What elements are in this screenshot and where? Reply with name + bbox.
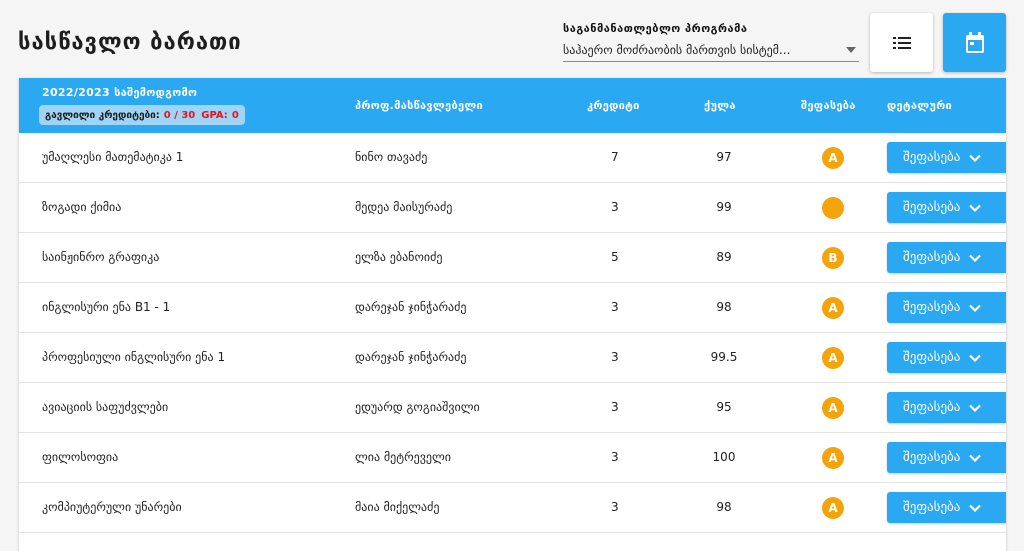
evaluation-button-label: შეფასება bbox=[903, 200, 961, 215]
grade-badge bbox=[822, 197, 844, 219]
score-value: 98 bbox=[716, 500, 732, 514]
subject-name: საინჟინრო გრაფიკა bbox=[42, 250, 160, 264]
credits-value: 3 bbox=[611, 350, 619, 364]
credits-value: 0 / 30 bbox=[163, 109, 196, 121]
gpa-label: GPA: bbox=[201, 109, 228, 121]
program-label: საგანმანათლებლო პროგრამა bbox=[563, 22, 748, 35]
grade-badge: A bbox=[822, 297, 844, 319]
professor-name: მედეა მაისურაძე bbox=[355, 200, 453, 214]
grade-badge: B bbox=[822, 247, 844, 269]
evaluation-button-label: შეფასება bbox=[903, 400, 961, 415]
subject-name: კომპიუტერული უნარები bbox=[42, 500, 182, 514]
subject-name: ავიაციის საფუძვლები bbox=[42, 400, 169, 414]
column-credits: კრედიტი bbox=[587, 99, 640, 112]
credits-label: გავლილი კრედიტები: bbox=[45, 109, 160, 121]
chevron-down-icon bbox=[969, 404, 982, 412]
credits-value: 3 bbox=[611, 200, 619, 214]
credits-value: 3 bbox=[611, 500, 619, 514]
score-value: 100 bbox=[712, 450, 736, 464]
table-row: პროფესიული ინგლისური ენა 1 დარეჯან ჯინჭარ… bbox=[19, 333, 1006, 383]
professor-name: ედუარდ გოგიაშვილი bbox=[355, 400, 480, 414]
credits-value: 3 bbox=[611, 450, 619, 464]
credits-value: 3 bbox=[611, 300, 619, 314]
semester-summary-badge: გავლილი კრედიტები: 0 / 30 GPA: 0 bbox=[39, 105, 245, 125]
professor-name: ელზა ებანოიძე bbox=[355, 250, 443, 264]
semester-title: 2022/2023 საშემოდგომო bbox=[42, 86, 198, 99]
table-row: ავიაციის საფუძვლები ედუარდ გოგიაშვილი 3 95 A… bbox=[19, 383, 1006, 433]
score-value: 97 bbox=[716, 150, 732, 164]
evaluation-button[interactable]: შეფასება bbox=[887, 192, 1006, 223]
evaluation-button[interactable]: შეფასება bbox=[887, 392, 1006, 423]
chevron-down-icon bbox=[969, 504, 982, 512]
program-dropdown[interactable]: საჰაერო მოძრაობის მართვის სისტემ... bbox=[563, 39, 859, 62]
column-details: დეტალური bbox=[887, 99, 953, 112]
calendar-view-button[interactable] bbox=[943, 13, 1006, 72]
gpa-value: 0 bbox=[231, 109, 239, 121]
credits-value: 7 bbox=[611, 150, 619, 164]
evaluation-button-label: შეფასება bbox=[903, 300, 961, 315]
table-row: ზოგადი ქიმია მედეა მაისურაძე 3 99 შეფასება bbox=[19, 183, 1006, 233]
page-title: სასწავლო ბარათი bbox=[18, 30, 242, 55]
score-value: 99.5 bbox=[710, 350, 738, 364]
subject-name: უმაღლესი მათემატიკა 1 bbox=[42, 150, 184, 164]
evaluation-button[interactable]: შეფასება bbox=[887, 492, 1006, 523]
score-value: 89 bbox=[716, 250, 732, 264]
score-value: 99 bbox=[716, 200, 732, 214]
subject-name: ინგლისური ენა B1 - 1 bbox=[42, 300, 171, 314]
score-value: 98 bbox=[716, 300, 732, 314]
chevron-down-icon bbox=[969, 204, 982, 212]
table-row: უმაღლესი მათემატიკა 1 ნინო თავაძე 7 97 Aშეფა… bbox=[19, 133, 1006, 183]
evaluation-button[interactable]: შეფასება bbox=[887, 342, 1006, 373]
table-header: 2022/2023 საშემოდგომო გავლილი კრედიტები:… bbox=[19, 78, 1006, 133]
grade-badge: A bbox=[822, 397, 844, 419]
list-view-button[interactable] bbox=[870, 13, 933, 72]
professor-name: დარეჯან ჯინჭარაძე bbox=[355, 350, 467, 364]
evaluation-button[interactable]: შეფასება bbox=[887, 142, 1006, 173]
table-row: ფილოსოფია ლია მეტრეველი 3 100 Aშეფასება bbox=[19, 433, 1006, 483]
professor-name: ნინო თავაძე bbox=[355, 150, 428, 164]
evaluation-button[interactable]: შეფასება bbox=[887, 242, 1006, 273]
subject-name: ფილოსოფია bbox=[42, 450, 119, 464]
evaluation-button[interactable]: შეფასება bbox=[887, 442, 1006, 473]
table-row: ინგლისური ენა B1 - 1 დარეჯან ჯინჭარაძე 3 98… bbox=[19, 283, 1006, 333]
chevron-down-icon bbox=[969, 304, 982, 312]
table-row: კომპიუტერული უნარები მაია მიქელაძე 3 98 Aშეფ… bbox=[19, 483, 1006, 533]
column-professor: პროფ.მასწავლებელი bbox=[355, 99, 483, 112]
table-row: საინჟინრო გრაფიკა ელზა ებანოიძე 5 89 Bშეფასე… bbox=[19, 233, 1006, 283]
evaluation-button[interactable]: შეფასება bbox=[887, 292, 1006, 323]
chevron-down-icon bbox=[969, 254, 982, 262]
grade-badge: A bbox=[822, 347, 844, 369]
subject-name: ზოგადი ქიმია bbox=[42, 200, 122, 214]
credits-value: 5 bbox=[611, 250, 619, 264]
calendar-icon bbox=[965, 31, 984, 53]
grade-badge: A bbox=[822, 497, 844, 519]
grades-table: 2022/2023 საშემოდგომო გავლილი კრედიტები:… bbox=[19, 78, 1006, 551]
table-body: უმაღლესი მათემატიკა 1 ნინო თავაძე 7 97 Aშეფა… bbox=[19, 133, 1006, 533]
evaluation-button-label: შეფასება bbox=[903, 450, 961, 465]
evaluation-button-label: შეფასება bbox=[903, 150, 961, 165]
subject-name: პროფესიული ინგლისური ენა 1 bbox=[42, 350, 226, 364]
chevron-down-icon bbox=[969, 154, 982, 162]
score-value: 95 bbox=[716, 400, 732, 414]
professor-name: ლია მეტრეველი bbox=[355, 450, 451, 464]
column-grade: შეფასება bbox=[801, 99, 856, 112]
evaluation-button-label: შეფასება bbox=[903, 500, 961, 515]
professor-name: მაია მიქელაძე bbox=[355, 500, 440, 514]
professor-name: დარეჯან ჯინჭარაძე bbox=[355, 300, 467, 314]
evaluation-button-label: შეფასება bbox=[903, 250, 961, 265]
chevron-down-icon bbox=[846, 47, 856, 53]
program-selector: საგანმანათლებლო პროგრამა საჰაერო მოძრაობ… bbox=[563, 22, 859, 62]
program-selected-value: საჰაერო მოძრაობის მართვის სისტემ... bbox=[563, 43, 791, 57]
grade-badge: A bbox=[822, 147, 844, 169]
evaluation-button-label: შეფასება bbox=[903, 350, 961, 365]
list-icon bbox=[892, 36, 911, 49]
chevron-down-icon bbox=[969, 354, 982, 362]
credits-value: 3 bbox=[611, 400, 619, 414]
column-score: ქულა bbox=[704, 99, 736, 112]
grade-badge: A bbox=[822, 447, 844, 469]
chevron-down-icon bbox=[969, 454, 982, 462]
